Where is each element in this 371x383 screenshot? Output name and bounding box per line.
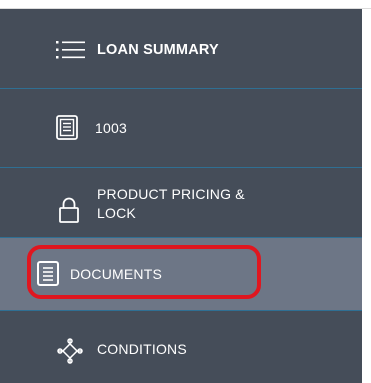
sidebar-item-conditions[interactable]: CONDITIONS [0,311,362,383]
document-icon [37,261,59,286]
list-icon [56,41,85,59]
sidebar-item-label-line2: LOCK [97,205,136,221]
sidebar-item-loan-summary[interactable]: LOAN SUMMARY [0,9,362,89]
sidebar-item-1003[interactable]: 1003 [0,89,362,168]
sidebar-item-label: DOCUMENTS [70,266,163,282]
lock-icon [59,197,79,223]
sidebar-item-label: CONDITIONS [97,341,187,357]
conditions-icon [57,338,83,364]
sidebar-item-label: LOAN SUMMARY [97,42,219,58]
sidebar-item-label: 1003 [95,120,127,136]
sidebar-nav: LOAN SUMMARY 1003 PRODUCT PRICING & LOCK [0,9,362,383]
form-icon [56,115,78,140]
sidebar-item-product-pricing-lock[interactable]: PRODUCT PRICING & LOCK [0,168,362,238]
sidebar-item-documents[interactable]: DOCUMENTS [0,238,362,311]
top-strip [0,0,371,9]
sidebar-item-label: PRODUCT PRICING & [97,186,245,202]
